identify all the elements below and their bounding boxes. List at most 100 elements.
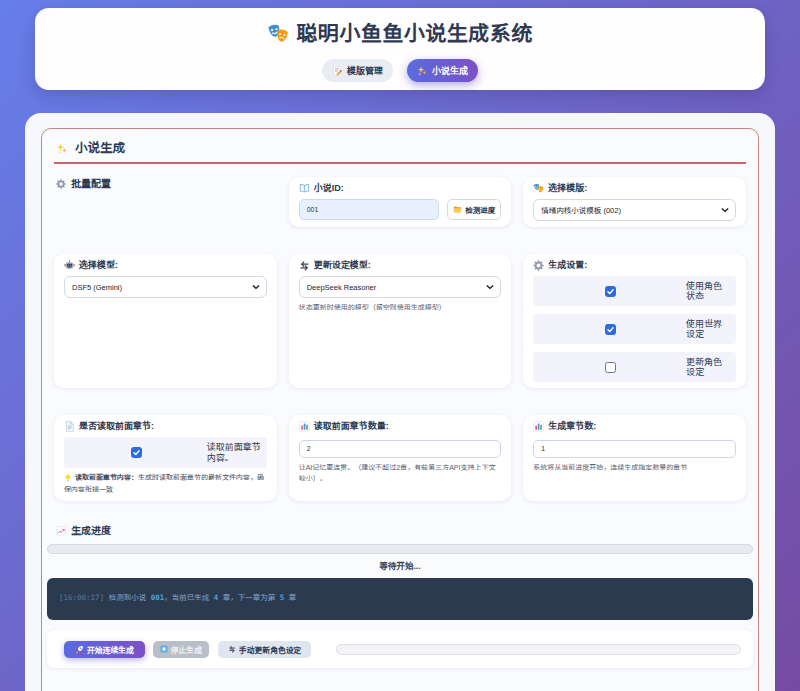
checkbox-cell [535, 362, 686, 373]
prev-count-label-text: 读取前面章节数量: [314, 421, 389, 432]
update-progressbar [336, 644, 741, 655]
checkbox-cell [535, 286, 686, 297]
sparkles-icon [417, 66, 427, 76]
update-model-hint: 状态更新时使用的模型（留空则使用生成模型） [299, 302, 502, 314]
option-read-prev-content: 读取前面章节内容。 [64, 437, 267, 468]
sparkles-icon [56, 143, 67, 154]
log-console[interactable]: [16:00:17] 检测到小说 001，当前已生成 4 章，下一章为第 5 章 [47, 578, 753, 620]
actions-bar: 开始连续生成 停止生成 手动更新角色设定 [47, 630, 753, 668]
config-grid: 批量配置 小说ID: 检测进度 选择模版: [54, 177, 746, 501]
batch-config-heading: 批量配置 [54, 177, 277, 189]
chart-up-icon [56, 526, 66, 536]
novel-id-input[interactable] [299, 199, 440, 220]
novel-id-row: 检测进度 [299, 199, 502, 220]
use-role-state-checkbox[interactable] [605, 286, 616, 297]
page-title: 聪明小鱼鱼小说生成系统 [35, 8, 765, 45]
bar-chart-icon [533, 421, 544, 432]
chapter-count-hint: 系统将从当前进度开始，连续生成指定数量的章节 [533, 462, 736, 474]
option-use-role-state: 使用角色状态 [533, 276, 736, 306]
template-card: 选择模版: 情绪内核小说模板 (002) [523, 177, 746, 227]
log-message: 检测到小说 001，当前已生成 4 章，下一章为第 5 章 [109, 593, 297, 602]
gen-settings-card: 生成设置: 使用角色状态 使用世界设定 [523, 254, 746, 388]
update-model-label-text: 更新设定模型: [314, 260, 371, 271]
stop-generation-label: 停止生成 [171, 644, 202, 655]
model-label: 选择模型: [64, 260, 267, 271]
gear-icon [56, 179, 66, 189]
panel-title: 小说生成 [54, 142, 746, 155]
prev-count-input[interactable] [299, 440, 502, 458]
model-select-wrap: DSF5 (Gemini) [64, 276, 267, 298]
update-model-select[interactable]: DeepSeek Reasoner [299, 276, 502, 298]
folder-icon [453, 205, 462, 214]
option-label: 使用角色状态 [686, 281, 734, 302]
stop-icon [160, 645, 168, 653]
tab-template-management[interactable]: 模版管理 [322, 59, 393, 82]
start-generation-button[interactable]: 开始连续生成 [64, 641, 145, 658]
model-label-text: 选择模型: [79, 260, 118, 271]
novel-generation-panel: 小说生成 批量配置 小说ID: 检测进度 [41, 128, 759, 691]
robot-icon [64, 260, 75, 271]
masks-icon [267, 23, 289, 45]
prev-count-card: 读取前面章节数量: 让AI记忆更连贯。（建议不超过2章，有些第三方API支持上下… [289, 415, 512, 501]
bulb-icon [64, 474, 72, 482]
use-world-setting-checkbox[interactable] [605, 324, 616, 335]
option-label: 使用世界设定 [686, 319, 734, 340]
prev-count-label: 读取前面章节数量: [299, 421, 502, 432]
cycle-arrows-icon [299, 260, 310, 271]
template-select[interactable]: 情绪内核小说模板 (002) [533, 199, 736, 221]
panel-title-text: 小说生成 [75, 142, 125, 155]
check-progress-button[interactable]: 检测进度 [447, 199, 501, 220]
read-prev-label-text: 是否读取前面章节: [79, 421, 154, 432]
memo-icon [332, 66, 342, 76]
update-model-label: 更新设定模型: [299, 260, 502, 271]
title-underline [54, 162, 746, 164]
read-prev-hint-strong: 读取前面章节内容： [75, 474, 138, 481]
masks-icon [533, 183, 544, 194]
tab-label: 小说生成 [432, 64, 468, 77]
page-title-text: 聪明小鱼鱼小说生成系统 [296, 23, 533, 45]
start-generation-label: 开始连续生成 [87, 644, 134, 655]
tab-novel-generation[interactable]: 小说生成 [407, 59, 478, 82]
novel-id-label: 小说ID: [299, 183, 502, 194]
gen-settings-label-text: 生成设置: [548, 260, 587, 271]
rocket-icon [75, 645, 84, 654]
status-text: 等待开始... [47, 560, 753, 573]
open-book-icon [299, 183, 310, 194]
chapter-count-input[interactable] [533, 440, 736, 458]
gen-settings-label: 生成设置: [533, 260, 736, 271]
template-label-text: 选择模版: [548, 183, 587, 194]
read-prev-checkbox[interactable] [131, 447, 142, 458]
option-label: 更新角色设定 [686, 357, 734, 378]
gear-icon [533, 260, 544, 271]
template-select-wrap: 情绪内核小说模板 (002) [533, 199, 736, 221]
prev-count-hint: 让AI记忆更连贯。（建议不超过2章，有些第三方API支持上下文较小）。 [299, 462, 502, 485]
main-tabs: 模版管理 小说生成 [35, 59, 765, 82]
cycle-arrows-icon [228, 645, 236, 653]
chapter-count-label: 生成章节数: [533, 421, 736, 432]
checkbox-cell [66, 447, 207, 458]
bar-chart-icon [299, 421, 310, 432]
update-roles-label: 手动更新角色设定 [239, 644, 301, 655]
read-prev-label: 是否读取前面章节: [64, 421, 267, 432]
update-role-setting-checkbox[interactable] [605, 362, 616, 373]
novel-id-card: 小说ID: 检测进度 [289, 177, 512, 227]
update-roles-button[interactable]: 手动更新角色设定 [218, 641, 311, 658]
template-label: 选择模版: [533, 183, 736, 194]
main-container: 小说生成 批量配置 小说ID: 检测进度 [25, 113, 775, 691]
model-select[interactable]: DSF5 (Gemini) [64, 276, 267, 298]
model-card: 选择模型: DSF5 (Gemini) [54, 254, 277, 388]
check-progress-label: 检测进度 [465, 204, 495, 215]
stop-generation-button[interactable]: 停止生成 [153, 641, 209, 658]
checkbox-cell [535, 324, 686, 335]
read-prev-card: 是否读取前面章节: 读取前面章节内容。 读取前面章节内容：生成时读取前面章节的最… [54, 415, 277, 501]
read-prev-hint: 读取前面章节内容：生成时读取前面章节的最新文件内容，确保内容衔接一致 [64, 472, 267, 495]
tab-label: 模版管理 [347, 64, 383, 77]
option-use-world-setting: 使用世界设定 [533, 314, 736, 344]
option-update-role-setting: 更新角色设定 [533, 352, 736, 382]
app-header: 聪明小鱼鱼小说生成系统 模版管理 小说生成 [35, 8, 765, 90]
chapter-count-card: 生成章节数: 系统将从当前进度开始，连续生成指定数量的章节 [523, 415, 746, 501]
update-model-card: 更新设定模型: DeepSeek Reasoner 状态更新时使用的模型（留空则… [289, 254, 512, 388]
option-label: 读取前面章节内容。 [207, 442, 265, 463]
progress-heading-text: 生成进度 [71, 525, 111, 536]
novel-id-label-text: 小说ID: [314, 183, 344, 194]
